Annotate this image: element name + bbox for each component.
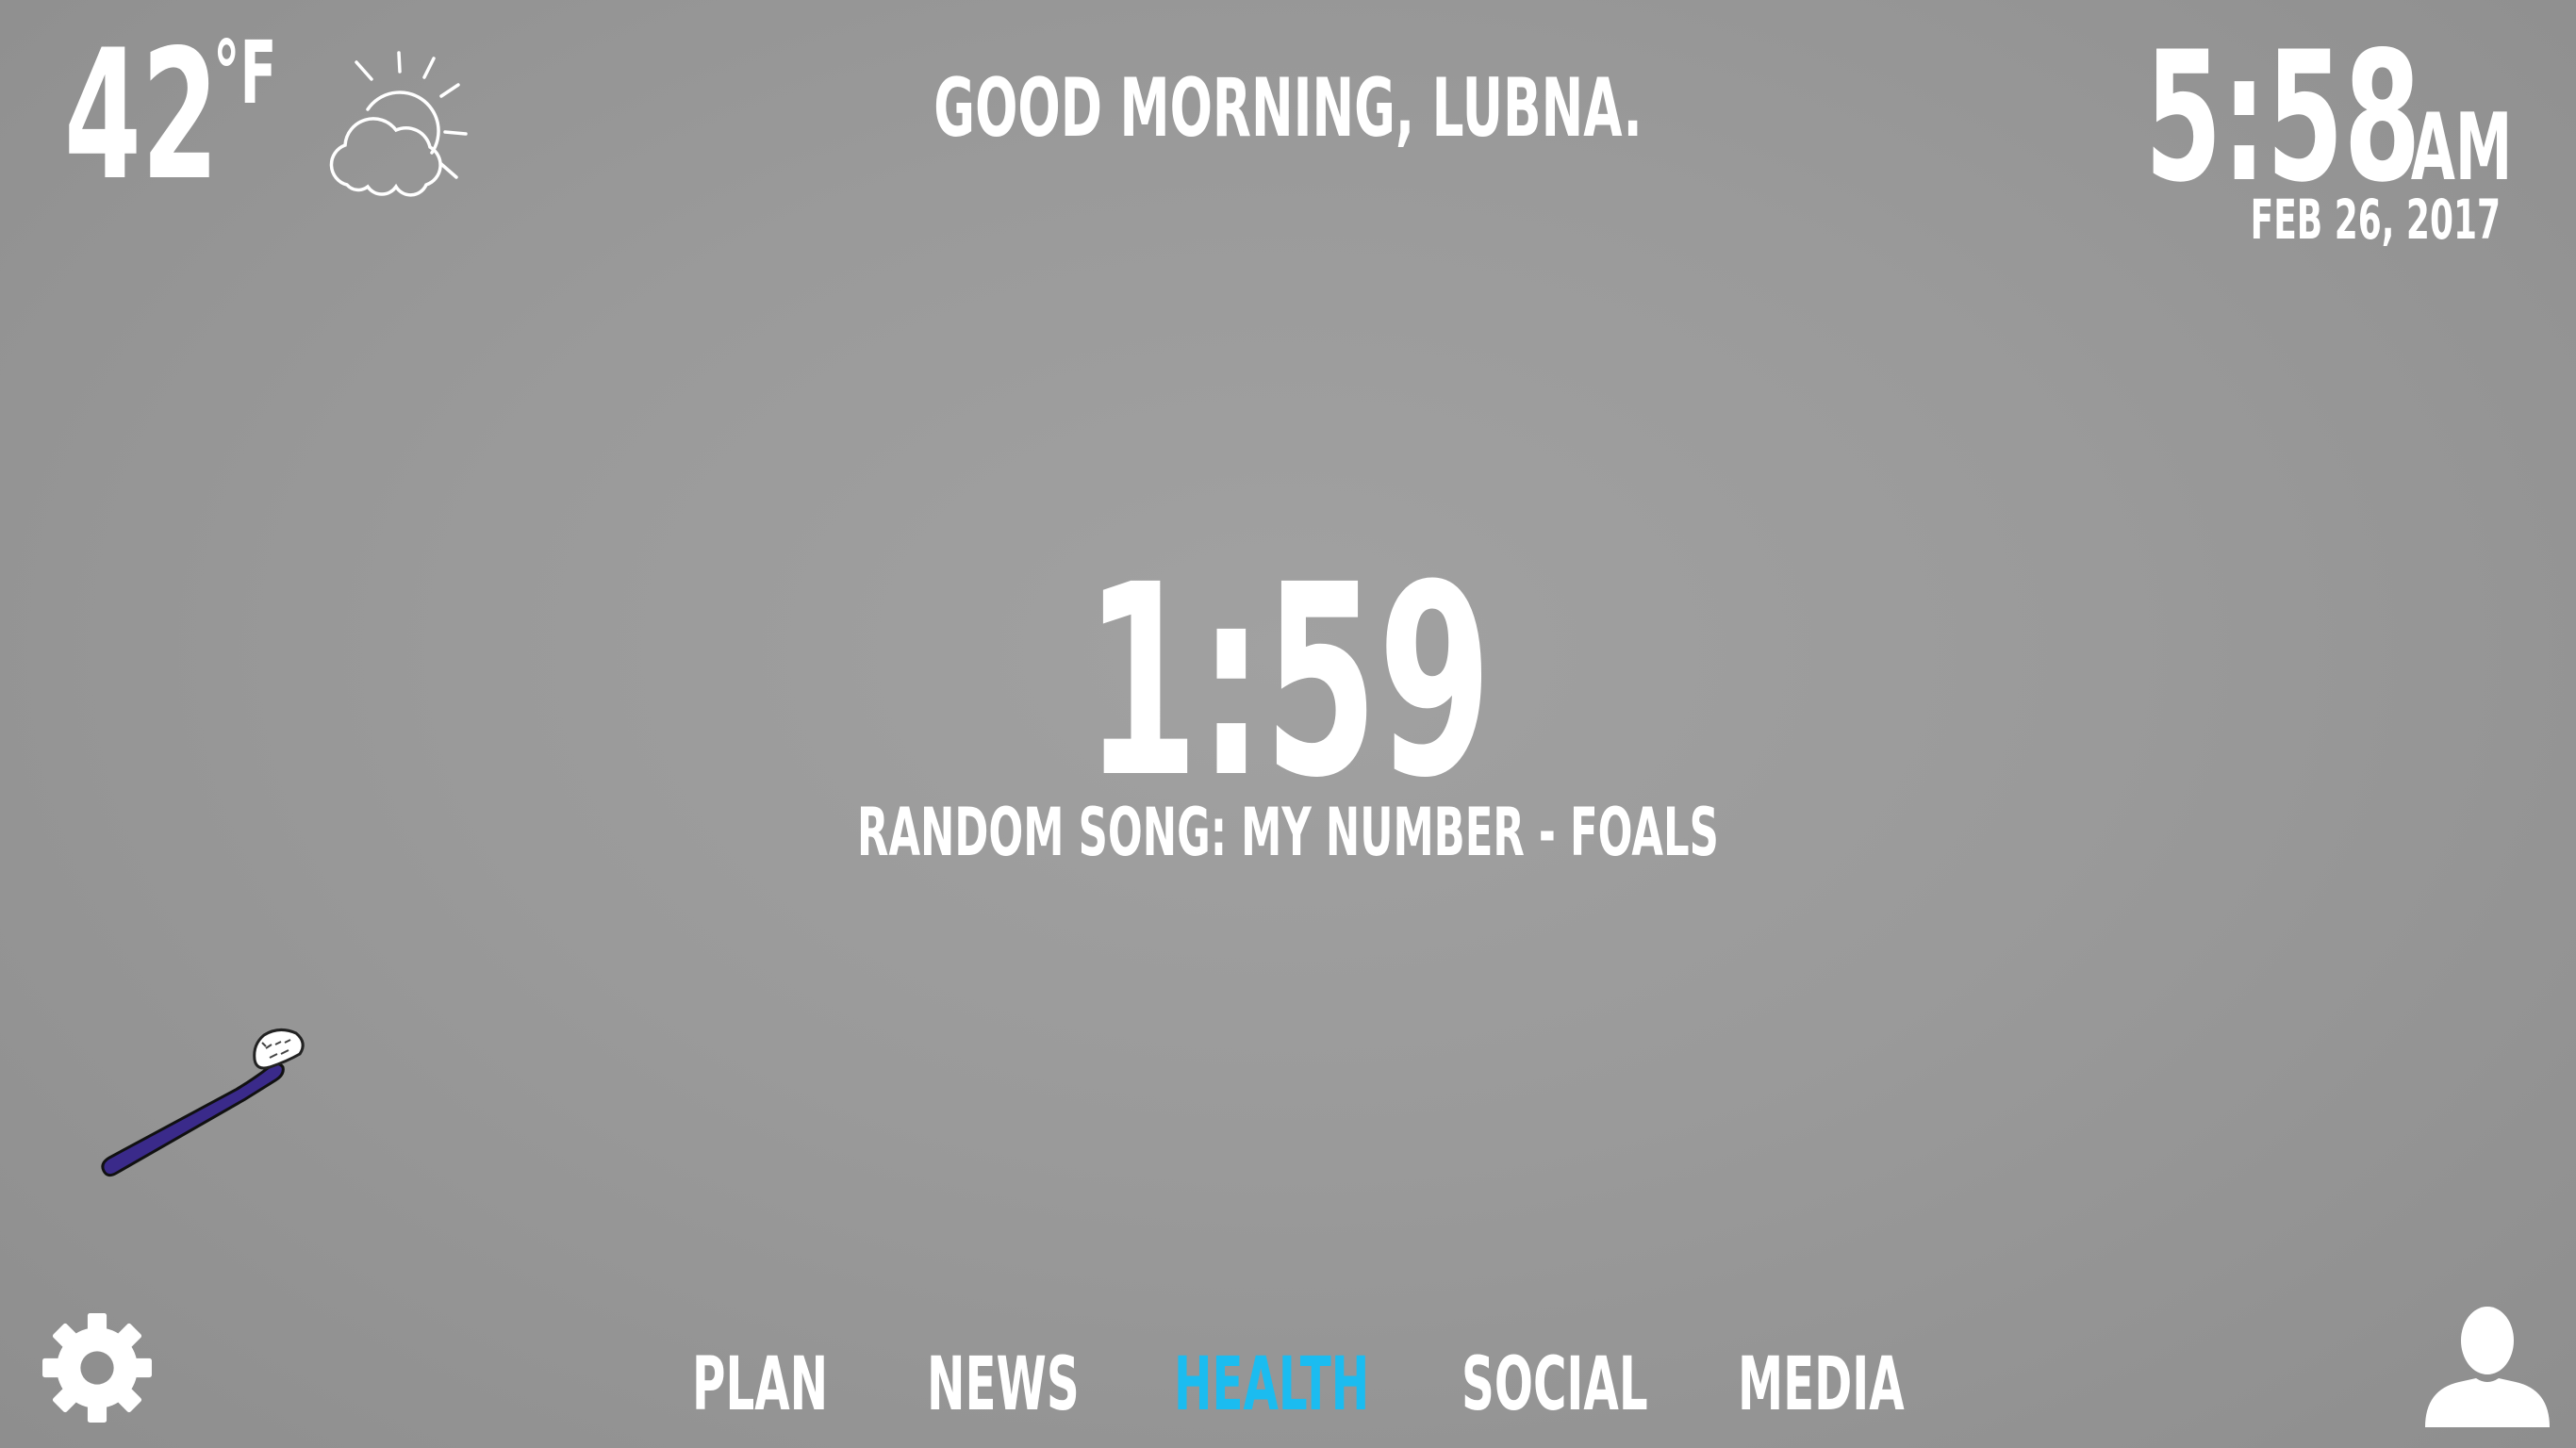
bottom-nav: PLAN NEWS HEALTH SOCIAL MEDIA [0,1348,2576,1433]
greeting-text: GOOD MORNING, LUBNA. [933,61,1643,156]
nav-tab-health[interactable]: HEALTH [1174,1348,1369,1422]
brushing-timer: 1:59 [0,551,2576,814]
timer-value: 1:59 [1084,529,1492,836]
random-song-text: RANDOM SONG: MY NUMBER - FOALS [857,794,1719,871]
user-icon[interactable] [2421,1303,2553,1427]
toothbrush-icon [101,1028,305,1177]
nav-tab-social[interactable]: SOCIAL [1461,1348,1648,1422]
clock-time: 5:58 [2144,13,2421,222]
clock-widget: 5:58 AM FEB 26, 2017 [2022,28,2512,255]
clock-ampm: AM [2410,94,2512,202]
nav-tab-news[interactable]: NEWS [927,1348,1080,1422]
song-container: RANDOM SONG: MY NUMBER - FOALS [0,799,2576,865]
nav-tab-media[interactable]: MEDIA [1738,1348,1905,1422]
nav-tab-plan[interactable]: PLAN [692,1348,828,1422]
clock-date: FEB 26, 2017 [2250,188,2501,252]
